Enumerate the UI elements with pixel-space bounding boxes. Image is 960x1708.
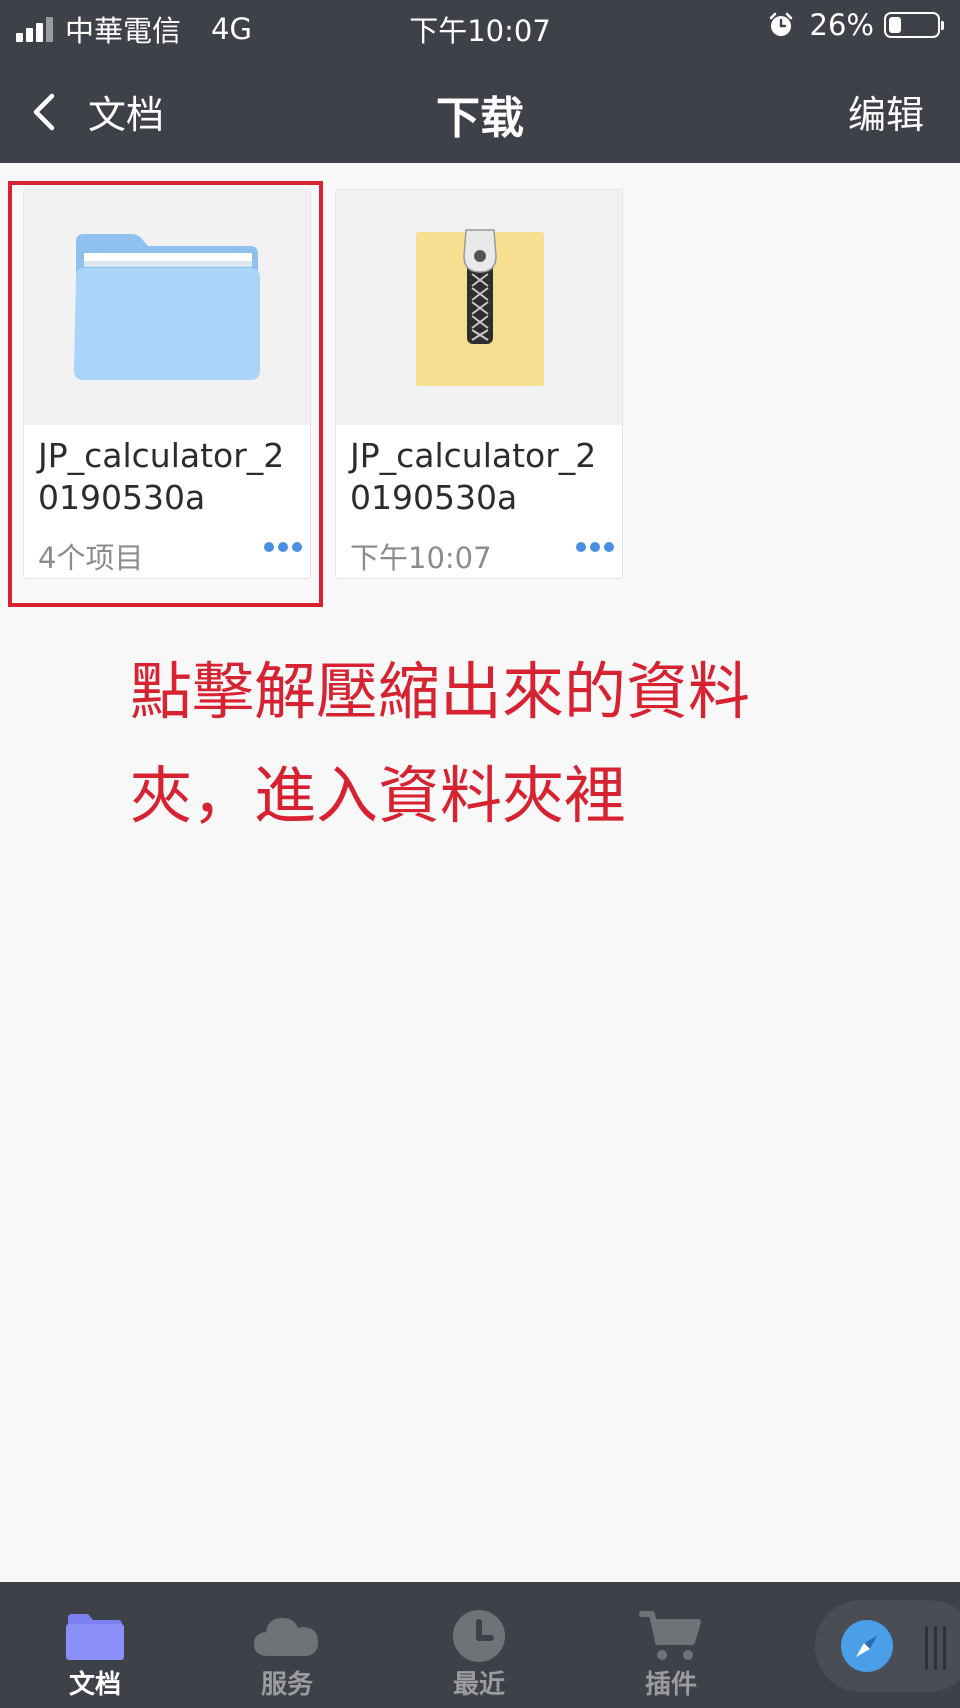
file-meta: 下午10:07 xyxy=(350,541,492,575)
files-app: 中華電信 4G 下午10:07 26% 文档 下载 编辑 JP_calculat… xyxy=(0,0,960,1708)
file-name: JP_calculator_20190530a xyxy=(350,436,597,517)
tab-recent[interactable]: 最近 xyxy=(404,1582,554,1708)
tab-label: 最近 xyxy=(452,1670,505,1700)
alarm-icon xyxy=(769,12,792,36)
edit-button[interactable]: 编辑 xyxy=(848,84,924,139)
tab-label: 文档 xyxy=(68,1670,121,1700)
annotation-line-1: 點擊解壓縮出來的資料 xyxy=(130,655,751,728)
tab-services[interactable]: 服务 xyxy=(212,1582,362,1708)
file-card-zip[interactable]: JP_calculator_20190530a 下午10:07 xyxy=(335,189,623,579)
annotation-line-2: 夾，進入資料夾裡 xyxy=(130,759,627,832)
status-bar: 中華電信 4G 下午10:07 26% xyxy=(0,0,960,52)
tab-documents[interactable]: 文档 xyxy=(20,1582,170,1708)
folder-icon xyxy=(66,1614,124,1660)
zip-archive-icon xyxy=(416,229,544,386)
page-title: 下载 xyxy=(436,93,524,144)
compass-icon xyxy=(841,1620,893,1672)
highlight-box xyxy=(8,181,323,607)
file-thumbnail xyxy=(336,190,622,425)
tab-label: 服务 xyxy=(260,1670,313,1700)
drag-handle[interactable] xyxy=(925,1626,946,1670)
status-right: 26% xyxy=(768,8,944,42)
instruction-annotation: 點擊解壓縮出來的資料 夾，進入資料夾裡 xyxy=(130,640,850,848)
tab-plugins[interactable]: 插件 xyxy=(596,1582,746,1708)
cart-icon xyxy=(639,1611,701,1660)
more-options-icon[interactable] xyxy=(576,542,614,552)
floating-assistive-button[interactable] xyxy=(815,1600,960,1692)
battery-icon xyxy=(884,12,944,38)
navigation-bar: 文档 下载 编辑 xyxy=(0,62,960,152)
battery-percent: 26% xyxy=(809,8,874,42)
top-bar: 中華電信 4G 下午10:07 26% 文档 下载 编辑 xyxy=(0,0,960,163)
tab-label: 插件 xyxy=(644,1670,697,1700)
clock-icon xyxy=(453,1610,505,1662)
cloud-icon xyxy=(254,1618,318,1656)
